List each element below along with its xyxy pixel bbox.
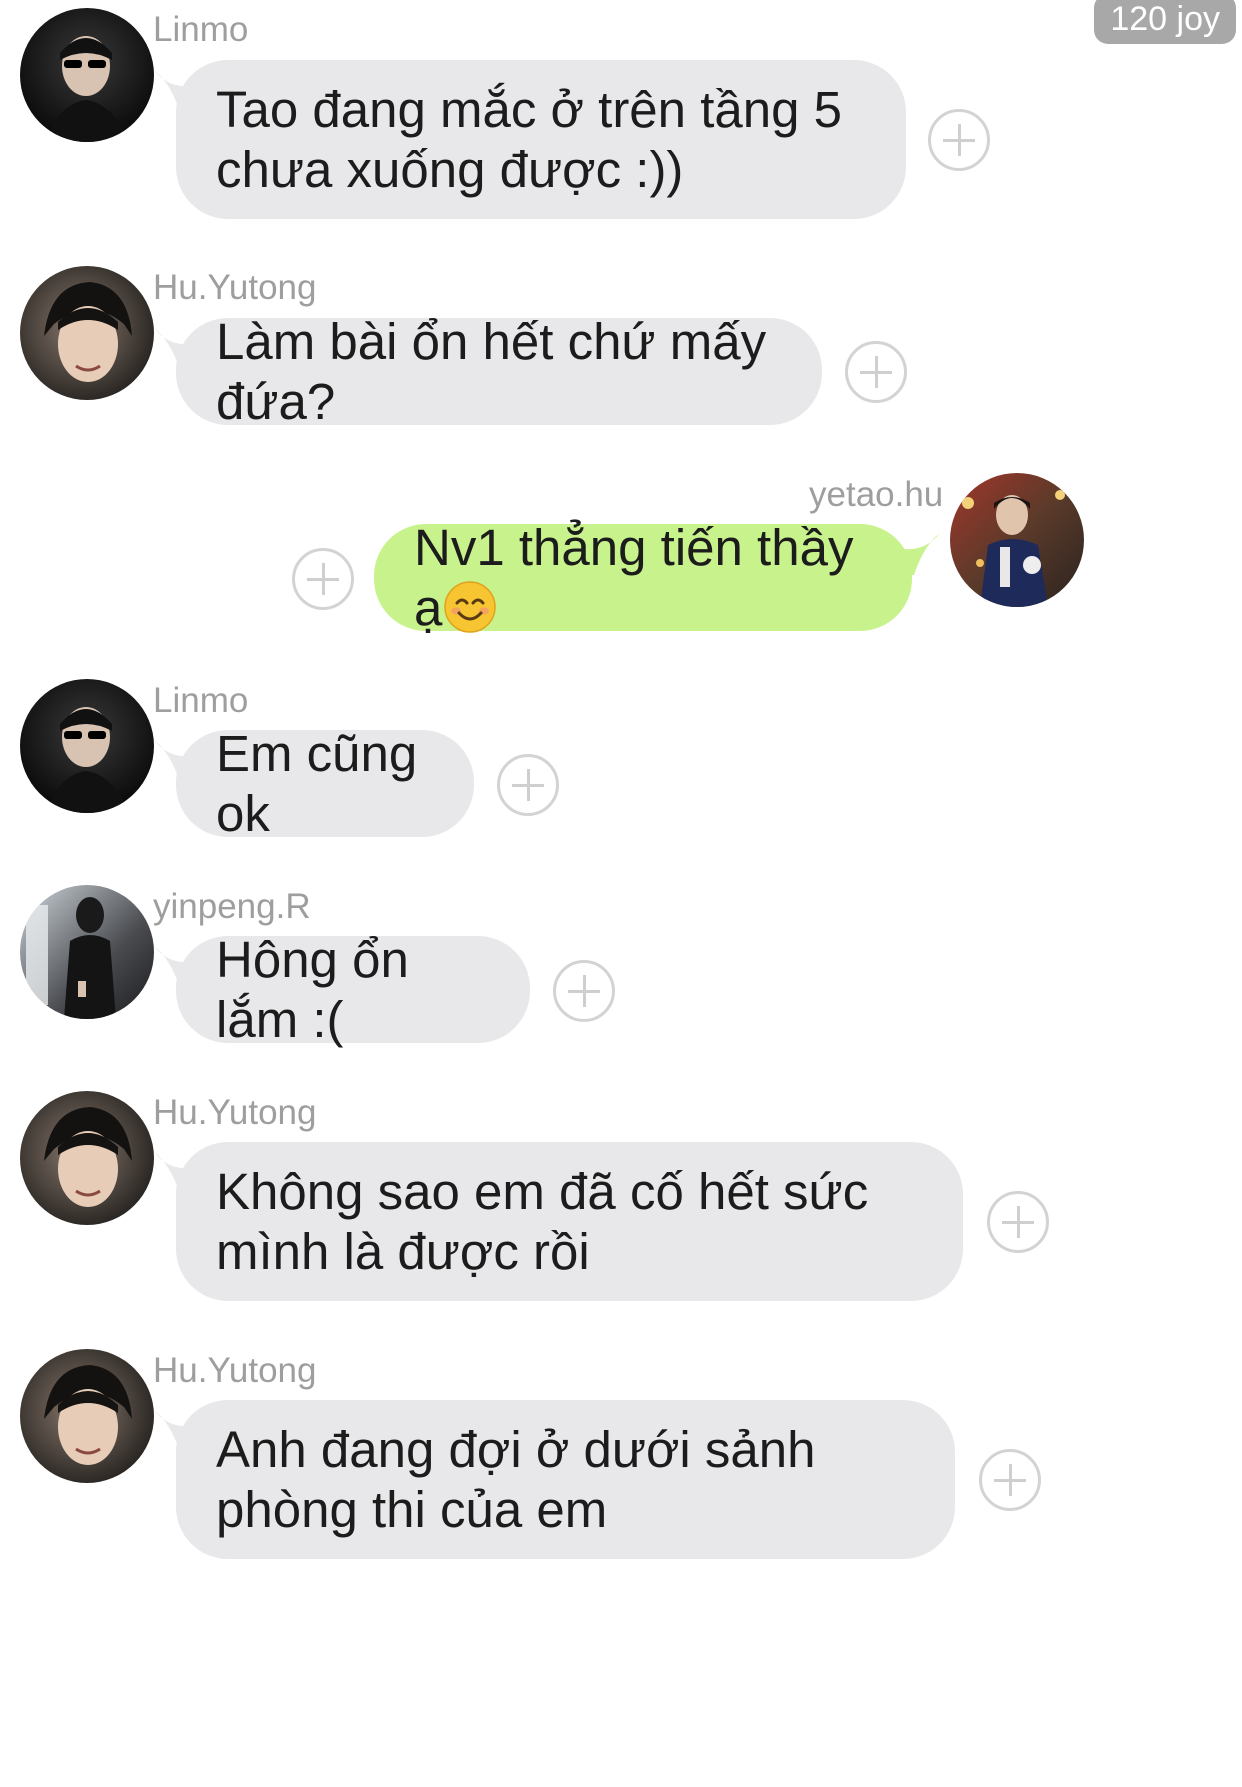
- message-bubble[interactable]: Làm bài ổn hết chứ mấy đứa?: [176, 313, 822, 430]
- add-reaction-button[interactable]: [553, 960, 615, 1022]
- message-text: Em cũng ok: [216, 724, 418, 842]
- message-bubble[interactable]: Không sao em đã cố hết sức mình là được …: [176, 1142, 963, 1301]
- message-bubble[interactable]: Hông ổn lắm :(: [176, 931, 530, 1048]
- avatar-yetao-hu[interactable]: [950, 473, 1084, 607]
- smiling-face-icon: [444, 580, 497, 633]
- sender-name: Linmo: [153, 681, 249, 720]
- avatar-linmo[interactable]: [20, 8, 154, 142]
- avatar-linmo-image: [20, 679, 154, 813]
- avatar-hu-yutong[interactable]: [20, 266, 154, 400]
- avatar-hu-yutong-image: [20, 1091, 154, 1225]
- add-reaction-button[interactable]: [928, 109, 990, 171]
- sender-name: Linmo: [153, 10, 249, 49]
- points-badge: 120 joy: [1094, 0, 1236, 44]
- avatar-yinpeng-r[interactable]: [20, 885, 154, 1019]
- message-bubble[interactable]: Anh đang đợi ở dưới sảnh phòng thi của e…: [176, 1400, 955, 1559]
- sender-name: Hu.Yutong: [153, 1093, 317, 1132]
- add-reaction-button[interactable]: [292, 548, 354, 610]
- avatar-yinpeng-r-image: [20, 885, 154, 1019]
- avatar-linmo-image: [20, 8, 154, 142]
- message-text: Làm bài ổn hết chứ mấy đứa?: [216, 312, 767, 430]
- message-text: Hông ổn lắm :(: [216, 930, 409, 1048]
- add-reaction-button[interactable]: [979, 1449, 1041, 1511]
- avatar-hu-yutong[interactable]: [20, 1349, 154, 1483]
- avatar-yetao-hu-image: [950, 473, 1084, 607]
- message-bubble[interactable]: Nv1 thẳng tiến thầy ạ: [374, 519, 912, 636]
- message-text: Tao đang mắc ở trên tầng 5 chưa xuống đư…: [216, 80, 842, 198]
- message-text: Anh đang đợi ở dưới sảnh phòng thi của e…: [216, 1420, 816, 1538]
- sender-name: Hu.Yutong: [153, 1351, 317, 1390]
- sender-name: yinpeng.R: [153, 887, 311, 926]
- message-text: Không sao em đã cố hết sức mình là được …: [216, 1162, 869, 1280]
- sender-name: Hu.Yutong: [153, 268, 317, 307]
- avatar-hu-yutong-image: [20, 1349, 154, 1483]
- avatar-linmo[interactable]: [20, 679, 154, 813]
- avatar-hu-yutong-image: [20, 266, 154, 400]
- message-text: Nv1 thẳng tiến thầy ạ: [414, 518, 854, 636]
- add-reaction-button[interactable]: [497, 754, 559, 816]
- add-reaction-button[interactable]: [987, 1191, 1049, 1253]
- sender-name: yetao.hu: [809, 475, 944, 514]
- message-bubble[interactable]: Tao đang mắc ở trên tầng 5 chưa xuống đư…: [176, 60, 906, 219]
- avatar-hu-yutong[interactable]: [20, 1091, 154, 1225]
- add-reaction-button[interactable]: [845, 341, 907, 403]
- message-bubble[interactable]: Em cũng ok: [176, 725, 474, 842]
